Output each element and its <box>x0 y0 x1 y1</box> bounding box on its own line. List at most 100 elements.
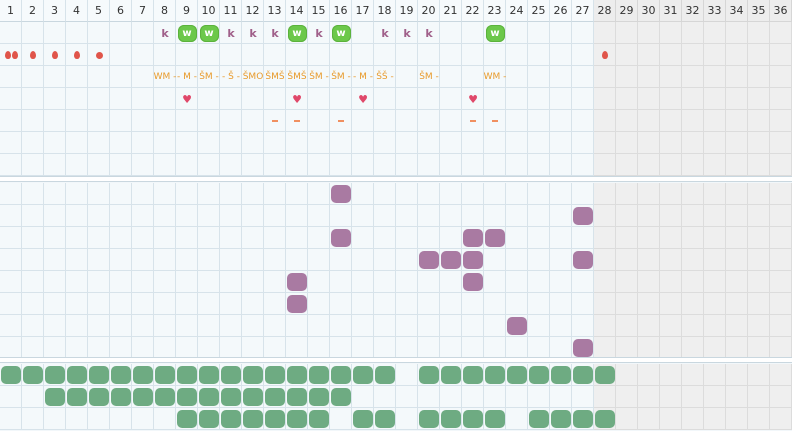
column-header-26[interactable]: 26 <box>550 0 572 22</box>
bottom-section-cell[interactable] <box>396 386 418 408</box>
top-section-cell[interactable] <box>616 22 638 44</box>
middle-section-cell[interactable] <box>352 183 374 205</box>
day-label[interactable]: ŠM - <box>308 66 330 88</box>
top-section-cell[interactable] <box>682 88 704 110</box>
column-header-34[interactable]: 34 <box>726 0 748 22</box>
middle-section-cell[interactable] <box>198 315 220 337</box>
middle-section-cell[interactable] <box>616 337 638 359</box>
middle-section-cell[interactable] <box>132 183 154 205</box>
bottom-section-cell[interactable] <box>0 386 22 408</box>
middle-section-cell[interactable] <box>22 205 44 227</box>
top-section-cell[interactable] <box>726 154 748 176</box>
bottom-section-cell[interactable] <box>110 408 132 430</box>
top-section-cell[interactable] <box>770 154 792 176</box>
top-section-cell[interactable] <box>616 110 638 132</box>
green-swatch[interactable] <box>462 408 484 430</box>
top-section-cell[interactable] <box>286 154 308 176</box>
top-section-cell[interactable] <box>484 154 506 176</box>
top-section-cell[interactable] <box>330 154 352 176</box>
green-swatch[interactable] <box>198 408 220 430</box>
purple-swatch[interactable] <box>418 249 440 271</box>
top-section-cell[interactable] <box>132 22 154 44</box>
middle-section-cell[interactable] <box>594 337 616 359</box>
green-swatch[interactable] <box>286 386 308 408</box>
middle-section-cell[interactable] <box>44 249 66 271</box>
top-section-cell[interactable] <box>110 44 132 66</box>
top-section-cell[interactable] <box>484 88 506 110</box>
top-section-cell[interactable] <box>748 22 770 44</box>
middle-section-cell[interactable] <box>264 315 286 337</box>
middle-section-cell[interactable] <box>132 315 154 337</box>
bottom-section-cell[interactable] <box>44 408 66 430</box>
middle-section-cell[interactable] <box>330 337 352 359</box>
middle-section-cell[interactable] <box>704 227 726 249</box>
middle-section-cell[interactable] <box>726 249 748 271</box>
middle-section-cell[interactable] <box>66 183 88 205</box>
top-section-cell[interactable] <box>22 110 44 132</box>
middle-section-cell[interactable] <box>330 315 352 337</box>
middle-section-cell[interactable] <box>638 315 660 337</box>
day-label[interactable]: ŠMŠ <box>286 66 308 88</box>
top-section-cell[interactable] <box>528 132 550 154</box>
dash-marker[interactable] <box>264 110 286 132</box>
top-section-cell[interactable] <box>418 154 440 176</box>
green-swatch[interactable] <box>264 386 286 408</box>
column-header-14[interactable]: 14 <box>286 0 308 22</box>
middle-section-cell[interactable] <box>418 315 440 337</box>
top-section-cell[interactable] <box>704 110 726 132</box>
middle-section-cell[interactable] <box>484 271 506 293</box>
middle-section-cell[interactable] <box>748 315 770 337</box>
top-section-cell[interactable] <box>110 132 132 154</box>
middle-section-cell[interactable] <box>44 337 66 359</box>
green-swatch[interactable] <box>550 408 572 430</box>
bottom-section-cell[interactable] <box>22 408 44 430</box>
middle-section-cell[interactable] <box>682 271 704 293</box>
middle-section-cell[interactable] <box>660 315 682 337</box>
middle-section-cell[interactable] <box>66 293 88 315</box>
middle-section-cell[interactable] <box>638 205 660 227</box>
top-section-cell[interactable] <box>440 154 462 176</box>
top-section-cell[interactable] <box>770 110 792 132</box>
middle-section-cell[interactable] <box>550 337 572 359</box>
middle-section-cell[interactable] <box>286 205 308 227</box>
middle-section-cell[interactable] <box>0 293 22 315</box>
middle-section-cell[interactable] <box>748 183 770 205</box>
green-swatch[interactable] <box>352 408 374 430</box>
top-section-cell[interactable] <box>660 154 682 176</box>
middle-section-cell[interactable] <box>154 249 176 271</box>
top-section-cell[interactable] <box>264 154 286 176</box>
top-section-cell[interactable] <box>176 132 198 154</box>
middle-section-cell[interactable] <box>528 337 550 359</box>
middle-section-cell[interactable] <box>352 249 374 271</box>
top-section-cell[interactable] <box>704 22 726 44</box>
bottom-section-cell[interactable] <box>418 386 440 408</box>
middle-section-cell[interactable] <box>242 337 264 359</box>
top-section-cell[interactable] <box>242 132 264 154</box>
middle-section-cell[interactable] <box>352 337 374 359</box>
top-section-cell[interactable] <box>682 132 704 154</box>
top-section-cell[interactable] <box>22 154 44 176</box>
top-section-cell[interactable] <box>330 132 352 154</box>
top-section-cell[interactable] <box>132 88 154 110</box>
top-section-cell[interactable] <box>616 44 638 66</box>
top-section-cell[interactable] <box>0 110 22 132</box>
day-label[interactable]: - M - <box>352 66 374 88</box>
top-section-cell[interactable] <box>638 110 660 132</box>
column-header-27[interactable]: 27 <box>572 0 594 22</box>
middle-section-cell[interactable] <box>440 227 462 249</box>
purple-swatch[interactable] <box>572 337 594 359</box>
green-swatch[interactable] <box>550 364 572 386</box>
bottom-section-cell[interactable] <box>66 408 88 430</box>
middle-section-cell[interactable] <box>682 293 704 315</box>
middle-section-cell[interactable] <box>264 293 286 315</box>
top-section-cell[interactable] <box>616 66 638 88</box>
green-swatch[interactable] <box>440 364 462 386</box>
middle-section-cell[interactable] <box>154 227 176 249</box>
heart-icon[interactable]: ♥ <box>176 88 198 110</box>
middle-section-cell[interactable] <box>638 337 660 359</box>
top-section-cell[interactable] <box>418 132 440 154</box>
green-swatch[interactable] <box>440 408 462 430</box>
top-section-cell[interactable] <box>726 22 748 44</box>
middle-section-cell[interactable] <box>572 227 594 249</box>
top-section-cell[interactable] <box>506 88 528 110</box>
